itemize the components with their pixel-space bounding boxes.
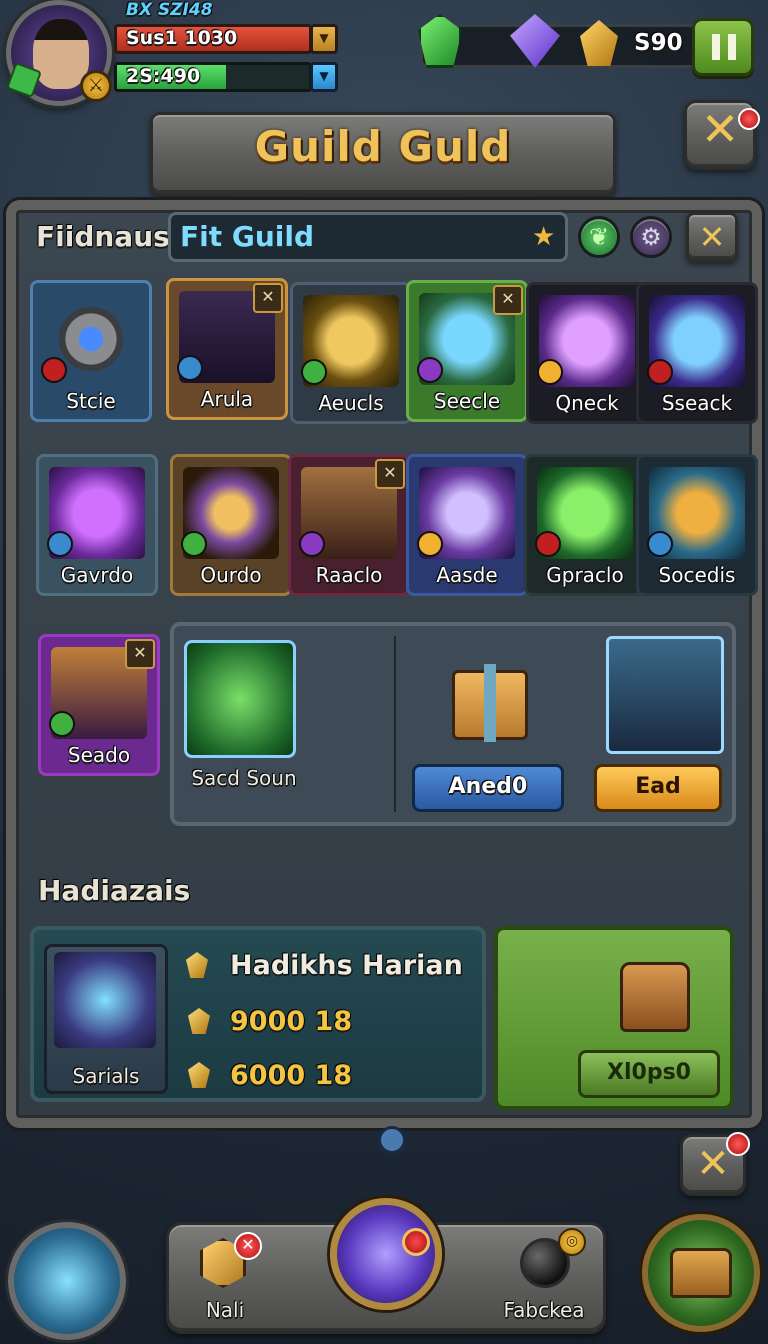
reward-card-name: Sarials bbox=[72, 1064, 140, 1088]
collect-button[interactable]: Xl0ps0 bbox=[578, 1050, 720, 1098]
card-name: Seado bbox=[67, 743, 131, 767]
card-ourdo[interactable]: Ourdo bbox=[170, 454, 292, 596]
card-name: Gavrdo bbox=[60, 563, 134, 587]
card-qneck[interactable]: Qneck bbox=[526, 282, 648, 424]
star-icon[interactable]: ★ bbox=[532, 222, 555, 252]
alert-badge: ✕ bbox=[234, 1232, 262, 1260]
filter-close-button[interactable]: ✕ bbox=[686, 212, 738, 262]
claim-button[interactable]: Aned0 bbox=[412, 764, 564, 812]
card-name: Arula bbox=[200, 387, 254, 411]
filter-section-label: Fiidnaus bbox=[36, 220, 170, 253]
gem-badge-icon bbox=[181, 531, 207, 557]
card-name: Raaclo bbox=[315, 563, 383, 587]
card-corner-close-icon[interactable]: ✕ bbox=[493, 285, 523, 315]
reward-amount: 6000 18 bbox=[230, 1060, 353, 1091]
featured-item-art[interactable] bbox=[184, 640, 296, 758]
card-socedis[interactable]: Socedis bbox=[636, 454, 758, 596]
card-name: Sseack bbox=[661, 391, 733, 415]
gear-icon[interactable]: ⚙ bbox=[630, 216, 672, 258]
card-arula[interactable]: ✕ Arula bbox=[166, 278, 288, 420]
gem-badge-icon bbox=[647, 531, 673, 557]
experience-dropdown-chevron-icon[interactable]: ▼ bbox=[310, 62, 338, 92]
experience-label: 2S:490 bbox=[126, 65, 201, 87]
gem-badge-icon bbox=[417, 357, 443, 383]
sword-badge-icon: ⚔ bbox=[80, 70, 112, 102]
page-marker-icon bbox=[378, 1126, 406, 1154]
card-name: Qneck bbox=[555, 391, 619, 415]
coin-count: S90 bbox=[634, 30, 683, 56]
card-aeucls[interactable]: Aeucls bbox=[290, 282, 412, 424]
gem-badge-icon bbox=[647, 359, 673, 385]
gem-badge-icon bbox=[417, 531, 443, 557]
page-title: Guild Guld bbox=[254, 122, 512, 171]
gem-badge-icon bbox=[301, 359, 327, 385]
card-name: Seecle bbox=[433, 389, 501, 413]
crystal-orb-button[interactable] bbox=[8, 1222, 126, 1340]
reward-amount: 9000 18 bbox=[230, 1006, 353, 1037]
player-id: BX SZI48 bbox=[126, 0, 213, 20]
rewards-heading: Hadiazais bbox=[38, 874, 191, 907]
health-label: Sus1 1030 bbox=[126, 27, 238, 49]
featured-item-name: Sacd Soun bbox=[191, 766, 297, 790]
notification-dot bbox=[726, 1132, 750, 1156]
gem-badge-icon bbox=[177, 355, 203, 381]
divider bbox=[394, 636, 396, 812]
coin-badge-icon: ◎ bbox=[558, 1228, 586, 1256]
treasure-chest-icon bbox=[620, 962, 690, 1032]
gem-badge-icon bbox=[41, 357, 67, 383]
notification-dot bbox=[402, 1228, 430, 1256]
card-raaclo[interactable]: ✕ Raaclo bbox=[288, 454, 410, 596]
card-name: Aeucls bbox=[318, 391, 384, 415]
gem-badge-icon bbox=[49, 711, 75, 737]
card-stcie[interactable]: Stcie bbox=[30, 280, 152, 422]
gem-badge-icon bbox=[535, 531, 561, 557]
card-name: Socedis bbox=[658, 563, 736, 587]
card-name: Ourdo bbox=[200, 563, 262, 587]
reward-card-art bbox=[54, 952, 156, 1048]
gem-badge-icon bbox=[299, 531, 325, 557]
card-corner-close-icon[interactable]: ✕ bbox=[375, 459, 405, 489]
card-sseack[interactable]: Sseack bbox=[636, 282, 758, 424]
card-seado[interactable]: ✕ Seado bbox=[38, 634, 160, 776]
card-gavrdo[interactable]: Gavrdo bbox=[36, 454, 158, 596]
notification-dot bbox=[738, 108, 760, 130]
gem-badge-icon bbox=[537, 359, 563, 385]
nav-item-label: Fabckea bbox=[503, 1298, 585, 1322]
leaf-filter-button[interactable]: ❦ bbox=[578, 216, 620, 258]
card-seecle[interactable]: ✕ Seecle bbox=[406, 280, 528, 422]
gift-ribbon bbox=[484, 664, 496, 742]
pause-icon bbox=[712, 34, 736, 60]
nav-item-label: Nali bbox=[205, 1298, 245, 1322]
gem-badge-icon bbox=[47, 531, 73, 557]
card-corner-close-icon[interactable]: ✕ bbox=[125, 639, 155, 669]
card-name: Gpraclo bbox=[546, 563, 624, 587]
card-name: Aasde bbox=[436, 563, 498, 587]
card-name: Stcie bbox=[66, 389, 116, 413]
card-gpraclo[interactable]: Gpraclo bbox=[524, 454, 646, 596]
card-corner-close-icon[interactable]: ✕ bbox=[253, 283, 283, 313]
health-dropdown-chevron-icon[interactable]: ▼ bbox=[310, 24, 338, 54]
card-aasde[interactable]: Aasde bbox=[406, 454, 528, 596]
search-input-value: Fit Guild bbox=[180, 220, 315, 253]
magic-orb-button[interactable] bbox=[330, 1198, 442, 1310]
hero-portrait[interactable] bbox=[606, 636, 724, 754]
end-button[interactable]: Ead bbox=[594, 764, 722, 812]
treasure-chest-icon bbox=[670, 1248, 732, 1298]
reward-title: Hadikhs Harian bbox=[230, 950, 463, 981]
